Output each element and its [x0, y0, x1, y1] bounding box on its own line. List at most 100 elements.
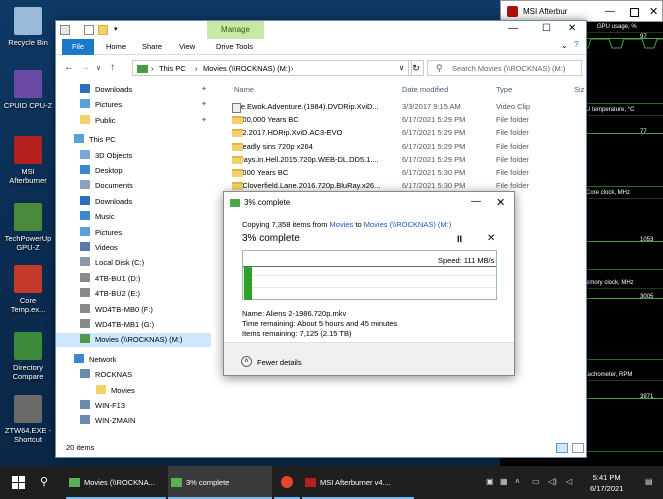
folder-icon — [80, 195, 90, 205]
taskbar-item[interactable]: MSI Afterburner v4.... — [302, 466, 414, 499]
nav-item[interactable]: 3D Objects — [56, 149, 211, 163]
table-row[interactable]: 7 deadly sins 720p x264 6/17/2021 5:29 PM… — [216, 141, 586, 154]
chevron-down-icon[interactable]: ∨ — [399, 64, 404, 72]
chevron-down-icon[interactable]: ▾ — [114, 25, 124, 35]
search-icon: ⚲ — [436, 63, 443, 73]
nav-item[interactable]: 4TB-BU1 (D:) — [56, 272, 211, 286]
clock[interactable]: 5:41 PM 6/17/2021 — [590, 472, 623, 494]
nav-item[interactable]: Movies (\\ROCKNAS) (M:) — [56, 333, 211, 348]
monitor-graph — [576, 198, 663, 270]
nav-item[interactable]: Downloads ✦ — [56, 83, 211, 97]
close-button[interactable]: ✕ — [649, 5, 658, 18]
table-row[interactable]: 10,000 Years BC 6/17/2021 5:30 PM File fol… — [216, 167, 586, 180]
nav-item[interactable]: WD4TB-MB1 (G:) — [56, 318, 211, 332]
taskbar-item[interactable] — [274, 466, 300, 499]
nav-item[interactable]: This PC — [56, 133, 211, 147]
nav-item[interactable]: WD4TB-MB0 (F:) — [56, 303, 211, 317]
breadcrumb-this-pc[interactable]: This PC — [159, 64, 186, 73]
nav-item[interactable]: WIN-ZMAIN — [56, 414, 211, 428]
column-header-name[interactable]: Name — [234, 85, 254, 94]
desktop-icon[interactable]: Directory Compare — [2, 332, 54, 381]
video-file-icon — [232, 103, 241, 113]
desktop-icon[interactable]: Recycle Bin — [2, 7, 54, 47]
nav-item-label: Movies (\\ROCKNAS) (M:) — [95, 335, 183, 345]
nav-item[interactable]: Documents — [56, 179, 211, 193]
chevron-up-icon[interactable]: ˄ — [515, 477, 520, 486]
column-header-date[interactable]: Date modified — [402, 85, 448, 94]
cancel-button[interactable]: ✕ — [487, 233, 495, 244]
chevron-down-icon[interactable]: ⌄ — [561, 41, 568, 50]
desktop-icon[interactable]: CPUID CPU-Z — [2, 70, 54, 110]
nav-item[interactable]: Downloads — [56, 195, 211, 209]
desktop-icon[interactable]: TechPowerUp GPU-Z — [2, 203, 54, 252]
notifications-icon[interactable]: ▤ — [645, 477, 653, 486]
column-header-size[interactable]: Siz — [574, 85, 584, 94]
pause-button[interactable]: II — [457, 234, 462, 244]
destination-link[interactable]: Movies (\\ROCKNAS) (M:) — [364, 220, 452, 229]
recent-chevron-icon[interactable]: ∨ — [96, 64, 101, 72]
details-view-icon[interactable] — [556, 443, 568, 453]
tab-share[interactable]: Share — [134, 39, 170, 55]
refresh-button[interactable]: ↻ — [408, 60, 424, 76]
chevron-up-icon[interactable]: ˄ — [241, 356, 252, 367]
taskbar-item[interactable]: 3% complete — [168, 466, 272, 499]
desktop-icon-label: Core Temp.ex... — [10, 296, 46, 314]
manage-tab[interactable]: Manage — [207, 21, 264, 39]
volume-icon[interactable]: ◁) — [548, 477, 557, 486]
network-icon[interactable]: ▭ — [532, 477, 540, 486]
address-bar[interactable]: › This PC › Movies (\\ROCKNAS) (M:) › ∨ — [132, 60, 412, 76]
maximize-button[interactable] — [630, 8, 639, 17]
new-folder-icon[interactable] — [98, 25, 108, 35]
folder-icon — [80, 211, 90, 221]
nvidia-tray-icon[interactable]: ▣ — [486, 477, 494, 486]
desktop-icon-label: Recycle Bin — [8, 38, 48, 47]
table-row[interactable]: The.Ewok.Adventure.(1984).DVDRip.XviD...… — [216, 101, 586, 114]
nav-item[interactable]: ROCKNAS — [56, 368, 211, 382]
start-button[interactable] — [12, 476, 25, 489]
nav-item[interactable]: Pictures — [56, 226, 211, 240]
fewer-details-button[interactable]: Fewer details — [257, 358, 302, 367]
close-button[interactable]: ✕ — [496, 196, 505, 209]
search-input[interactable]: ⚲ Search Movies (\\ROCKNAS) (M:) — [427, 60, 582, 76]
nav-item[interactable]: WIN-F13 — [56, 399, 211, 413]
taskbar-item[interactable]: Movies (\\ROCKNA... — [66, 466, 166, 499]
up-icon[interactable]: ↑ — [110, 62, 115, 73]
minimize-button[interactable]: — — [471, 196, 481, 207]
table-row[interactable]: 1,000,000 Years BC 6/17/2021 5:29 PM File … — [216, 114, 586, 127]
desktop-icon[interactable]: MSI Afterburner — [2, 136, 54, 185]
nav-item[interactable]: Desktop — [56, 164, 211, 178]
tab-home[interactable]: Home — [98, 39, 134, 55]
nav-item[interactable]: Pictures ✦ — [56, 98, 211, 112]
back-icon[interactable]: ← — [64, 62, 74, 73]
afterburner-titlebar[interactable]: MSI Afterbur — ✕ — [500, 0, 663, 22]
search-icon[interactable]: ⚲ — [40, 475, 48, 488]
nav-item[interactable]: Local Disk (C:) — [56, 256, 211, 270]
large-icons-view-icon[interactable] — [572, 443, 584, 453]
nav-item[interactable]: Videos — [56, 241, 211, 255]
nav-item[interactable]: Network — [56, 353, 211, 367]
nav-item[interactable]: Public ✦ — [56, 114, 211, 128]
tab-view[interactable]: View — [171, 39, 203, 55]
desktop-icon[interactable]: Core Temp.ex... — [2, 265, 54, 314]
tab-drive-tools[interactable]: Drive Tools — [208, 39, 261, 55]
nav-item[interactable]: Music — [56, 210, 211, 224]
desktop-icon[interactable]: ZTW64.EXE - Shortcut — [2, 395, 54, 444]
gpu-tray-icon[interactable]: ▦ — [500, 477, 508, 486]
table-row[interactable]: 7.Days.in.Hell.2015.720p.WEB-DL.DD5.1...… — [216, 154, 586, 167]
column-header-type[interactable]: Type — [496, 85, 512, 94]
minimize-button[interactable]: — — [508, 23, 518, 34]
desktop-icon-image — [14, 203, 42, 231]
nav-item[interactable]: Movies — [56, 384, 211, 398]
forward-icon[interactable]: → — [80, 62, 90, 73]
tab-file[interactable]: File — [62, 39, 94, 55]
source-link[interactable]: Movies — [330, 220, 354, 229]
close-button[interactable]: ✕ — [568, 23, 576, 34]
maximize-button[interactable]: ☐ — [542, 23, 551, 34]
table-row[interactable]: 2.22.2017.HDRip.XviD.AC3-EVO 6/17/2021 5:… — [216, 127, 586, 140]
properties-icon[interactable] — [84, 25, 94, 35]
minimize-button[interactable]: — — [605, 6, 615, 17]
help-icon[interactable]: ? — [574, 40, 578, 49]
nav-item[interactable]: 4TB-BU2 (E:) — [56, 287, 211, 301]
speaker-icon[interactable]: ◁ — [566, 477, 572, 486]
breadcrumb-movies[interactable]: Movies (\\ROCKNAS) (M:) — [203, 64, 291, 73]
